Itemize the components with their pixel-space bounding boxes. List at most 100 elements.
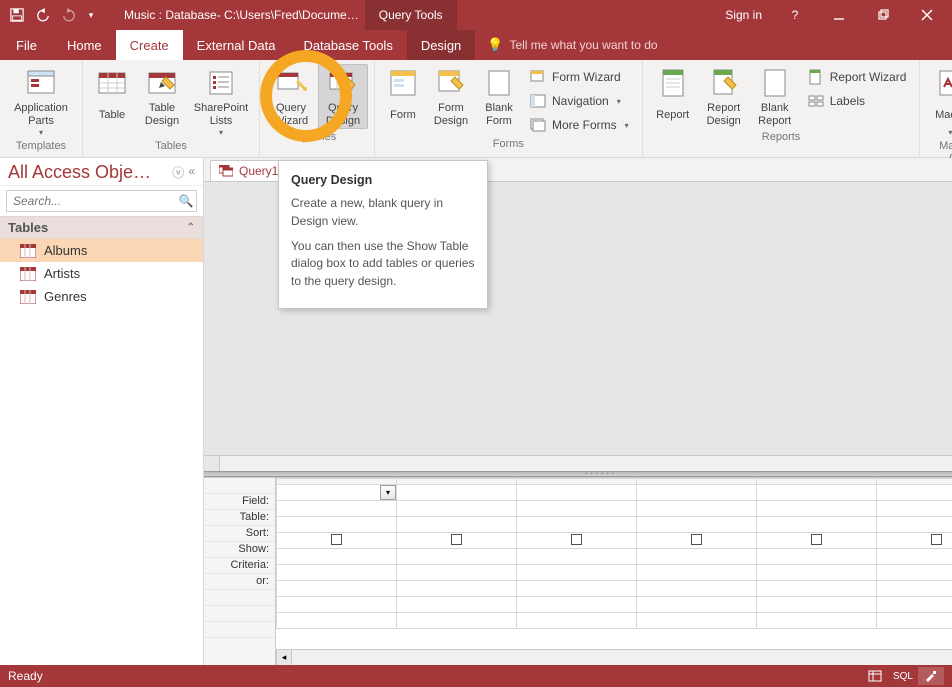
field-dropdown-button[interactable]: ▾ xyxy=(380,485,396,500)
grid-cell[interactable] xyxy=(277,613,397,629)
tab-external-data[interactable]: External Data xyxy=(183,30,290,60)
grid-cell[interactable] xyxy=(397,613,517,629)
tab-database-tools[interactable]: Database Tools xyxy=(289,30,406,60)
labels-button[interactable]: Labels xyxy=(801,90,914,112)
grid-criteria-cell[interactable] xyxy=(277,549,397,565)
view-design-button[interactable] xyxy=(918,667,944,685)
scroll-track[interactable] xyxy=(292,650,952,665)
grid-criteria-cell[interactable] xyxy=(397,549,517,565)
grid-criteria-cell[interactable] xyxy=(637,549,757,565)
grid-field-cell[interactable] xyxy=(637,485,757,501)
show-checkbox[interactable] xyxy=(451,534,462,545)
grid-or-cell[interactable] xyxy=(397,565,517,581)
grid-cell[interactable] xyxy=(757,613,877,629)
tab-home[interactable]: Home xyxy=(53,30,116,60)
grid-cell[interactable] xyxy=(637,597,757,613)
grid-sort-cell[interactable] xyxy=(517,517,637,533)
tell-me-search[interactable]: 💡 Tell me what you want to do xyxy=(475,30,669,60)
form-design-button[interactable]: Form Design xyxy=(427,64,475,129)
nav-item-albums[interactable]: Albums xyxy=(0,239,203,262)
grid-field-cell[interactable] xyxy=(757,485,877,501)
section-collapse-icon[interactable]: ⌃ xyxy=(187,222,195,233)
grid-cell[interactable] xyxy=(277,581,397,597)
macro-button[interactable]: Macro ▾ xyxy=(926,64,952,138)
query-design-button[interactable]: Query Design xyxy=(318,64,368,129)
grid-show-cell[interactable] xyxy=(517,533,637,549)
navigation-button[interactable]: Navigation ▾ xyxy=(523,90,636,112)
grid-table-cell[interactable] xyxy=(757,501,877,517)
grid-show-cell[interactable] xyxy=(637,533,757,549)
nav-collapse-icon[interactable]: « xyxy=(188,164,195,181)
grid-table-cell[interactable] xyxy=(637,501,757,517)
query-wizard-button[interactable]: Query Wizard xyxy=(266,64,316,129)
show-checkbox[interactable] xyxy=(811,534,822,545)
tab-file[interactable]: File xyxy=(0,30,53,60)
grid-table[interactable]: ▾ xyxy=(276,478,952,629)
grid-field-cell[interactable]: ▾ xyxy=(277,485,397,501)
show-checkbox[interactable] xyxy=(931,534,942,545)
more-forms-button[interactable]: More Forms ▾ xyxy=(523,114,636,136)
grid-table-cell[interactable] xyxy=(397,501,517,517)
table-button[interactable]: Table xyxy=(89,64,135,129)
grid-cell[interactable] xyxy=(877,613,952,629)
show-checkbox[interactable] xyxy=(691,534,702,545)
nav-search-input[interactable] xyxy=(7,194,176,208)
scroll-left-button[interactable]: ◂ xyxy=(276,650,292,665)
grid-sort-cell[interactable] xyxy=(877,517,952,533)
grid-or-cell[interactable] xyxy=(757,565,877,581)
grid-cell[interactable] xyxy=(637,613,757,629)
grid-table-cell[interactable] xyxy=(277,501,397,517)
grid-cell[interactable] xyxy=(637,581,757,597)
report-button[interactable]: Report xyxy=(649,64,697,129)
blank-report-button[interactable]: Blank Report xyxy=(751,64,799,129)
grid-cell[interactable] xyxy=(517,597,637,613)
grid-show-cell[interactable] xyxy=(877,533,952,549)
report-wizard-button[interactable]: Report Wizard xyxy=(801,66,914,88)
grid-field-cell[interactable] xyxy=(397,485,517,501)
nav-menu-icon[interactable]: ⓥ xyxy=(172,164,184,181)
grid-or-cell[interactable] xyxy=(517,565,637,581)
grid-cell[interactable] xyxy=(397,581,517,597)
undo-icon[interactable] xyxy=(32,4,54,26)
scroll-left-button[interactable] xyxy=(204,456,220,471)
grid-sort-cell[interactable] xyxy=(397,517,517,533)
form-wizard-button[interactable]: Form Wizard xyxy=(523,66,636,88)
grid-cell[interactable] xyxy=(877,597,952,613)
grid-cell[interactable] xyxy=(517,613,637,629)
show-checkbox[interactable] xyxy=(331,534,342,545)
sharepoint-lists-button[interactable]: SharePoint Lists ▾ xyxy=(189,64,253,138)
nav-item-artists[interactable]: Artists xyxy=(0,262,203,285)
grid-cell[interactable] xyxy=(397,597,517,613)
grid-criteria-cell[interactable] xyxy=(757,549,877,565)
search-icon[interactable]: 🔍 xyxy=(176,194,196,208)
blank-form-button[interactable]: Blank Form xyxy=(477,64,521,129)
grid-show-cell[interactable] xyxy=(397,533,517,549)
grid-cell[interactable] xyxy=(757,581,877,597)
grid-or-cell[interactable] xyxy=(277,565,397,581)
grid-sort-cell[interactable] xyxy=(277,517,397,533)
show-checkbox[interactable] xyxy=(571,534,582,545)
view-sql-button[interactable]: SQL xyxy=(890,667,916,685)
tab-create[interactable]: Create xyxy=(116,30,183,60)
grid-criteria-cell[interactable] xyxy=(877,549,952,565)
table-design-button[interactable]: Table Design xyxy=(137,64,187,129)
grid-cell[interactable] xyxy=(517,581,637,597)
nav-search[interactable]: 🔍 xyxy=(6,190,197,212)
nav-item-genres[interactable]: Genres xyxy=(0,285,203,308)
tab-design[interactable]: Design xyxy=(407,30,475,60)
grid-sort-cell[interactable] xyxy=(637,517,757,533)
grid-cell[interactable] xyxy=(877,581,952,597)
grid-field-cell[interactable] xyxy=(877,485,952,501)
minimize-button[interactable] xyxy=(818,0,860,30)
nav-header[interactable]: All Access Obje… ⓥ « xyxy=(0,158,203,186)
grid-sort-cell[interactable] xyxy=(757,517,877,533)
grid-table-cell[interactable] xyxy=(877,501,952,517)
form-button[interactable]: Form xyxy=(381,64,425,129)
grid-cell[interactable] xyxy=(277,597,397,613)
grid-criteria-cell[interactable] xyxy=(517,549,637,565)
grid-cell[interactable] xyxy=(757,597,877,613)
grid-table-cell[interactable] xyxy=(517,501,637,517)
application-parts-button[interactable]: Application Parts ▾ xyxy=(6,64,76,138)
grid-horizontal-scrollbar[interactable]: ◂ ▸ xyxy=(276,649,952,665)
sign-in-link[interactable]: Sign in xyxy=(715,8,772,22)
